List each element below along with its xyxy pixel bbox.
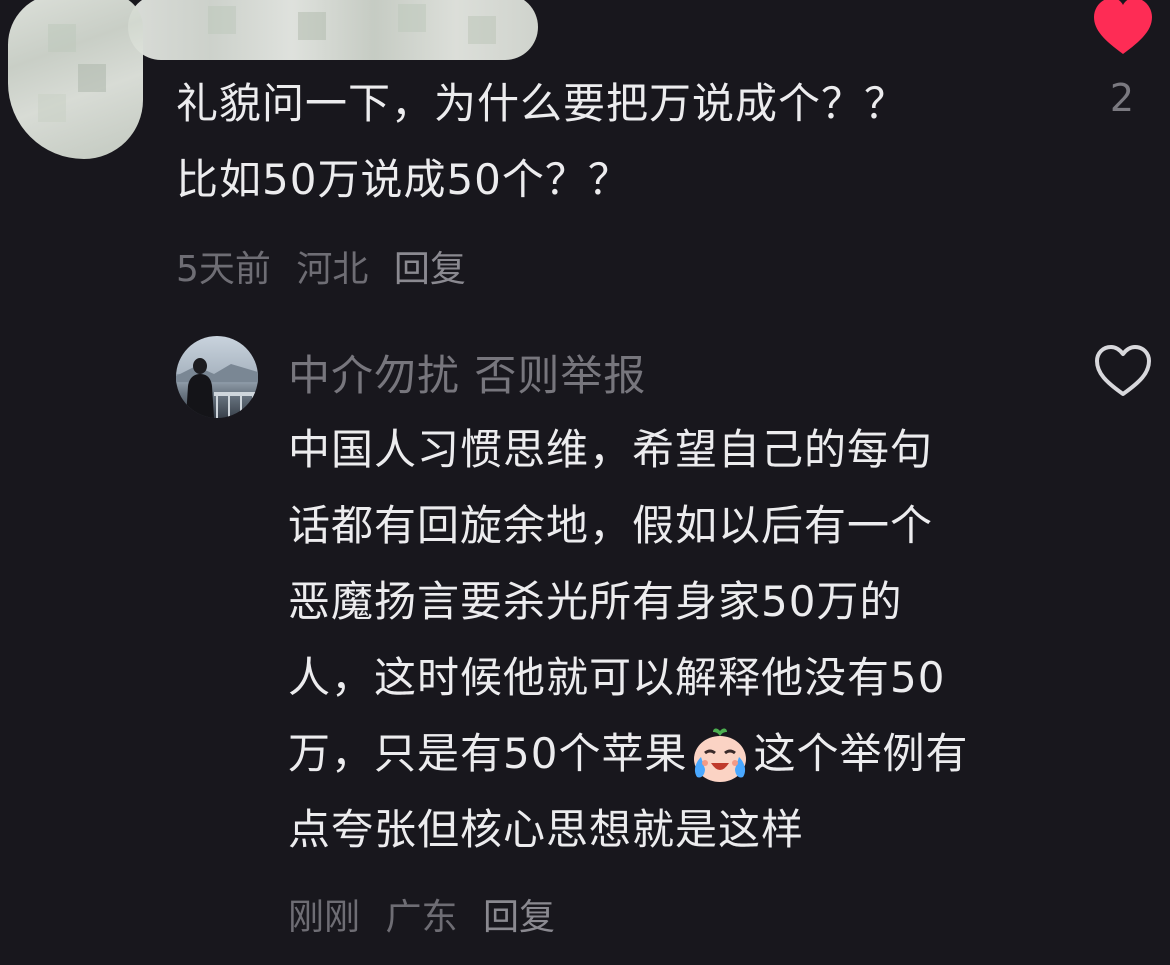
reply-line: 点夸张但核心思想就是这样 — [288, 805, 805, 854]
heart-outline-icon — [1095, 345, 1151, 396]
reply-line: 话都有回旋余地，假如以后有一个 — [288, 501, 934, 550]
comment-line: 礼貌问一下，为什么要把万说成个？？ — [176, 79, 908, 128]
reply-time: 刚刚 — [288, 897, 361, 938]
reply-reply-button[interactable]: 回复 — [483, 897, 555, 938]
like-count: 2 — [1109, 76, 1135, 120]
comment-reply-button[interactable]: 回复 — [394, 249, 466, 290]
reply-location: 广东 — [385, 897, 458, 938]
comment-time: 5天前 — [176, 249, 271, 290]
comment-location: 河北 — [296, 249, 369, 290]
like-button[interactable] — [1092, 0, 1154, 56]
reply-line-with-emoji: 万，只是有50个苹果 这个举例有 — [288, 716, 968, 792]
reply-line: 中国人习惯思维，希望自己的每句 — [288, 425, 934, 474]
reply-line: 万，只是有50个苹果 — [288, 729, 688, 778]
reply-line: 恶魔扬言要杀光所有身家50万的 — [288, 577, 903, 626]
comment-text: 礼貌问一下，为什么要把万说成个？？ 比如50万说成50个？？ — [176, 66, 907, 218]
reply-line: 人，这时候他就可以解释他没有50 — [288, 653, 946, 702]
comment-meta: 5天前 河北 回复 — [176, 240, 480, 292]
reply-meta: 刚刚 广东 回复 — [288, 888, 569, 940]
avatar[interactable] — [176, 336, 258, 418]
crying-laughing-emoji-icon — [694, 728, 747, 782]
reply-username[interactable]: 中介勿扰 否则举报 — [288, 342, 646, 403]
reply-like-button[interactable] — [1094, 344, 1152, 398]
reply-text: 中国人习惯思维，希望自己的每句 话都有回旋余地，假如以后有一个 恶魔扬言要杀光所… — [288, 412, 968, 868]
avatar-image — [176, 358, 258, 418]
reply-line: 这个举例有 — [753, 729, 969, 778]
comment-line: 比如50万说成50个？？ — [176, 155, 631, 204]
heart-filled-icon — [1094, 0, 1152, 54]
